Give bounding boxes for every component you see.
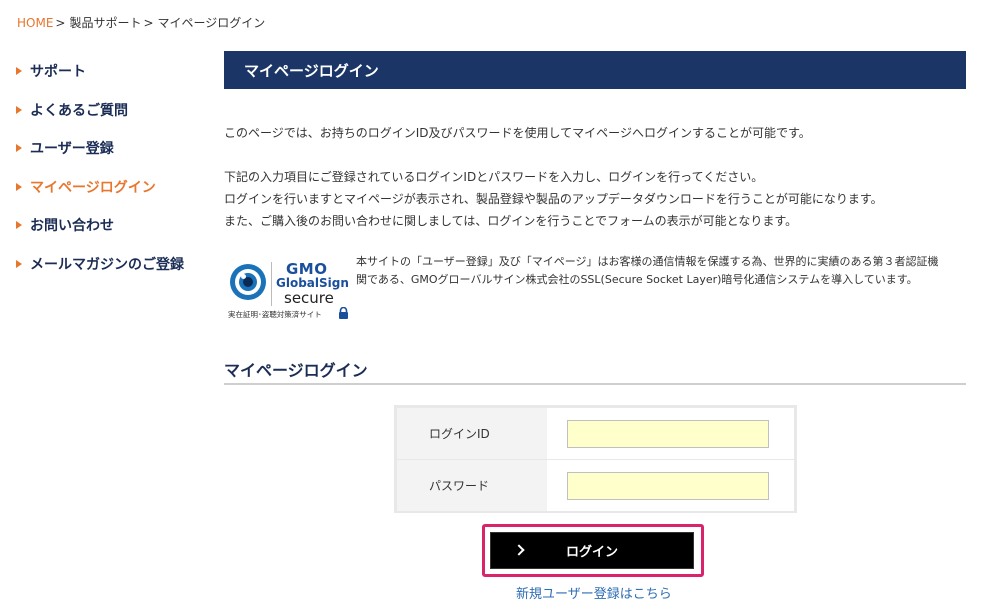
seal-divider — [271, 262, 272, 306]
seal-caption: 実在証明･盗聴対策済サイト — [228, 310, 322, 319]
sidebar-item-label: マイページログイン — [30, 179, 156, 196]
login-id-cell — [547, 408, 794, 459]
login-button-label: ログイン — [565, 545, 618, 560]
intro-text: また、ご購入後のお問い合わせに関しましては、ログインを行うことでフォームの表示が… — [224, 214, 798, 228]
login-section-title: マイページログイン — [224, 361, 368, 380]
ssl-notice: 本サイトの「ユーザー登録」及び「マイページ」はお客様の通信情報を保護する為、世界… — [356, 255, 939, 286]
login-button[interactable]: ログイン — [490, 532, 694, 569]
intro-text: 下記の入力項目にご登録されているログインIDとパスワードを入力し、ログインを行っ… — [224, 170, 764, 184]
triangle-right-icon — [16, 105, 22, 114]
triangle-right-icon — [16, 259, 22, 268]
sidebar-item-user-registration[interactable]: ユーザー登録 — [16, 129, 216, 168]
chevron-right-icon — [513, 544, 525, 556]
breadcrumb-separator: > — [55, 16, 66, 30]
sidebar-item-label: お問い合わせ — [30, 218, 114, 235]
triangle-right-icon — [16, 144, 22, 153]
breadcrumb-product-support[interactable]: 製品サポート — [69, 16, 141, 30]
password-label: パスワード — [397, 460, 547, 511]
sidebar-item-support[interactable]: サポート — [16, 52, 216, 91]
sidebar-item-mypage-login[interactable]: マイページログイン — [16, 168, 216, 207]
breadcrumb-home-link[interactable]: HOME — [17, 16, 53, 30]
login-id-input[interactable] — [567, 419, 769, 448]
section-divider — [224, 383, 966, 385]
login-id-row: ログインID — [397, 408, 794, 459]
lock-icon — [339, 307, 348, 319]
sidebar-item-label: よくあるご質問 — [30, 102, 128, 119]
sidebar-item-label: サポート — [30, 64, 86, 81]
seal-secure: secure — [284, 289, 334, 307]
breadcrumb-current: マイページログイン — [157, 16, 266, 30]
sidebar-item-label: ユーザー登録 — [30, 141, 114, 158]
sidebar-item-faq[interactable]: よくあるご質問 — [16, 91, 216, 130]
triangle-right-icon — [16, 67, 22, 76]
sidebar-item-label: メールマガジンのご登録 — [30, 256, 184, 273]
login-form: ログインID パスワード — [394, 405, 797, 513]
sidebar-item-contact[interactable]: お問い合わせ — [16, 206, 216, 245]
seal-product: GlobalSign — [276, 276, 349, 290]
sidebar: サポート よくあるご質問 ユーザー登録 マイページログイン お問い合わせ メール… — [16, 52, 216, 283]
globalsign-secure-seal[interactable]: GMO GlobalSign secure 実在証明･盗聴対策済サイト — [226, 256, 354, 322]
triangle-right-icon — [16, 221, 22, 230]
triangle-right-icon — [16, 182, 22, 191]
password-row: パスワード — [397, 460, 794, 511]
password-input[interactable] — [567, 471, 769, 500]
new-user-registration-link[interactable]: 新規ユーザー登録はこちら — [516, 583, 672, 602]
breadcrumb: HOME > 製品サポート > マイページログイン — [17, 14, 265, 31]
login-id-label: ログインID — [397, 408, 547, 459]
intro-text: このページでは、お持ちのログインID及びパスワードを使用してマイページへログイン… — [224, 126, 811, 140]
sidebar-item-newsletter[interactable]: メールマガジンのご登録 — [16, 245, 216, 284]
eye-icon — [230, 264, 266, 300]
page-title: マイページログイン — [224, 51, 966, 89]
password-cell — [547, 460, 794, 511]
breadcrumb-separator: > — [143, 16, 154, 30]
intro-text: ログインを行いますとマイページが表示され、製品登録や製品のアップデータダウンロー… — [224, 192, 883, 206]
